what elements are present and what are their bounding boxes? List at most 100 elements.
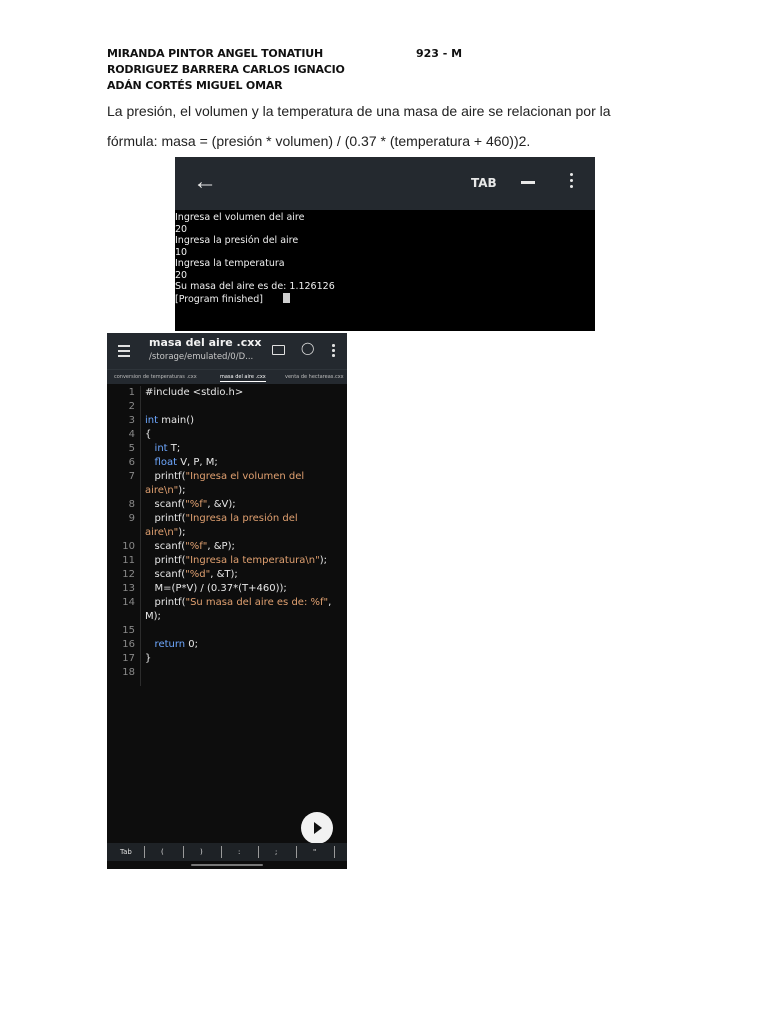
line-number: 6 [128,457,135,468]
key-quote[interactable]: " [313,848,316,856]
code-keyword: int [154,443,168,454]
key-colon[interactable]: : [238,848,240,856]
code-string: "%f" [185,541,208,552]
tab-masa-del-aire[interactable]: masa del aire .cxx [220,374,266,382]
code-line: 16 return 0; [107,638,347,652]
line-number: 12 [122,569,135,580]
code-text: printf( [154,471,186,482]
line-number: 4 [128,429,135,440]
line-number: 11 [122,555,135,566]
code-line: 9 printf("Ingresa la presión del [107,512,347,526]
output-line: 20 [175,223,188,235]
code-text: } [145,653,152,664]
more-vert-icon[interactable] [332,344,335,359]
code-area[interactable]: 1 #include <stdio.h> 2 3 int main() 4{ 5 i… [107,386,347,686]
code-line: 8 scanf("%f", &V); [107,498,347,512]
key-tab[interactable]: Tab [120,848,132,856]
code-text: ); [178,527,186,538]
code-line: 11 printf("Ingresa la temperatura\n"); [107,554,347,568]
code-line: 6 float V, P, M; [107,456,347,470]
menu-icon[interactable] [118,345,130,360]
line-number: 16 [122,639,135,650]
output-line: 10 [175,246,188,258]
statement-line-2: fórmula: masa = (presión * volumen) / (0… [107,133,531,149]
problem-statement: La presión, el volumen y la temperatura … [107,96,667,156]
code-text: , &T); [210,569,238,580]
code-line: 7 printf("Ingresa el volumen del [107,470,347,484]
code-text: M); [145,611,161,622]
key-close-paren[interactable]: ) [200,848,203,856]
code-line-wrap: aire\n"); [107,526,347,540]
code-text: scanf( [154,541,186,552]
terminal-cursor [283,292,291,303]
more-vert-icon[interactable] [570,173,573,191]
code-line: 10 scanf("%f", &P); [107,540,347,554]
gutter-divider [140,386,141,686]
code-text: printf( [154,597,186,608]
tab-key-button[interactable]: TAB [471,176,497,190]
code-line: 1 #include <stdio.h> [107,386,347,400]
author-3: ADÁN CORTÉS MIGUEL OMAR [107,79,283,92]
code-line: 13 M=(P*V) / (0.37*(T+460)); [107,582,347,596]
code-string: aire\n" [145,527,179,538]
code-text: scanf( [154,499,186,510]
line-number: 10 [122,541,135,552]
code-line: 18 [107,666,347,680]
code-line-wrap: aire\n"); [107,484,347,498]
line-number: 7 [128,471,135,482]
code-keyword: return [154,639,186,650]
key-open-paren[interactable]: ( [161,848,164,856]
code-string: "%d" [185,569,211,580]
code-keyword: float [154,457,178,468]
code-line: 3 int main() [107,414,347,428]
key-semicolon[interactable]: ; [275,848,277,856]
code-text: printf( [154,555,186,566]
line-number: 3 [128,415,135,426]
code-string: "%f" [185,499,208,510]
minimize-icon[interactable] [521,181,535,184]
code-line: 12 scanf("%d", &T); [107,568,347,582]
code-text: printf( [154,513,186,524]
line-number: 18 [122,667,135,678]
home-indicator [191,864,263,866]
code-string: "Ingresa la presión del [185,513,298,524]
line-number: 1 [128,387,135,398]
output-line: 20 [175,269,188,281]
output-line: Ingresa el volumen del aire [175,212,305,223]
code-text: ); [319,555,327,566]
code-line: 5 int T; [107,442,347,456]
terminal-screenshot: ← TAB Ingresa el volumen del aire 20 Ing… [175,157,595,331]
folder-icon[interactable] [272,345,285,355]
code-text: 0; [185,639,199,650]
code-text: scanf( [154,569,186,580]
code-text: #include <stdio.h> [145,387,244,398]
code-text: , &P); [207,541,235,552]
run-button[interactable] [301,812,333,844]
line-number: 13 [122,583,135,594]
author-names: MIRANDA PINTOR ANGEL TONATIUH RODRIGUEZ … [107,46,345,94]
code-line: 17} [107,652,347,666]
file-title: masa del aire .cxx [149,336,262,349]
editor-screenshot: masa del aire .cxx /storage/emulated/0/D… [107,333,347,869]
code-text: main() [158,415,195,426]
code-line: 2 [107,400,347,414]
tab-venta-hectareas[interactable]: venta de hectareas.cxx [285,374,344,380]
program-finished-text: [Program finished] [175,293,264,305]
lightbulb-icon[interactable]: ◯ [301,341,314,355]
file-path: /storage/emulated/0/D... [149,352,254,362]
code-text: M=(P*V) / (0.37*(T+460)); [154,583,287,594]
code-text: , &V); [207,499,236,510]
back-arrow-icon[interactable]: ← [193,168,217,196]
code-text: , [328,597,332,608]
group-label: 923 - M [416,47,463,60]
line-number: 9 [128,513,135,524]
code-text: T; [167,443,181,454]
author-1: MIRANDA PINTOR ANGEL TONATIUH [107,47,323,60]
extra-keys-bar: Tab ( ) : ; " [107,843,347,861]
code-string: "Su masa del aire es de: %f" [185,597,329,608]
code-text: ); [178,485,186,496]
line-number: 17 [122,653,135,664]
code-line: 14 printf("Su masa del aire es de: %f", [107,596,347,610]
tab-conversion[interactable]: conversion de temperaturas .cxx [114,374,197,380]
line-number: 15 [122,625,135,636]
